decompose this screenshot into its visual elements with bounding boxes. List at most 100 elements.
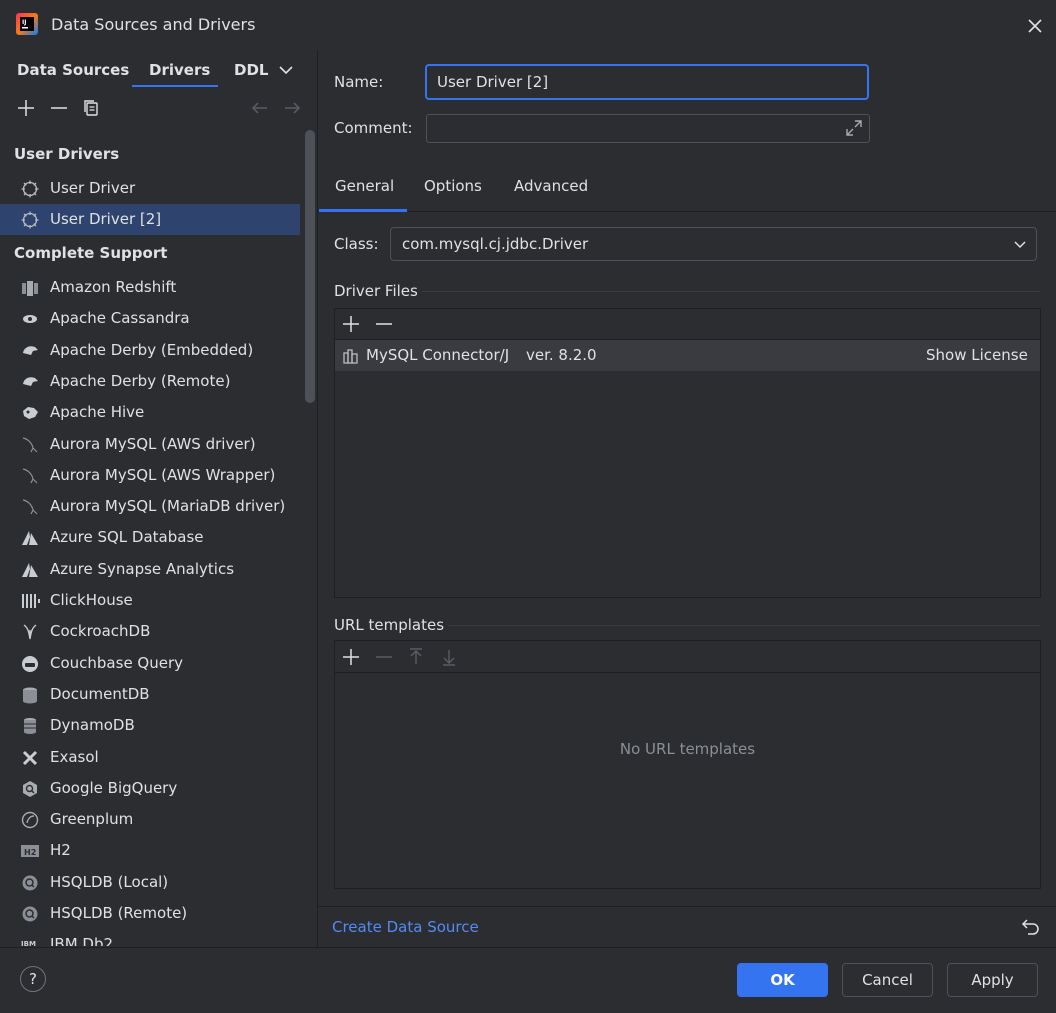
revert-icon[interactable] xyxy=(1020,915,1042,937)
driver-list-item[interactable]: Couchbase Query xyxy=(0,648,300,679)
library-icon xyxy=(342,347,360,365)
driver-files-title: Driver Files xyxy=(334,282,418,300)
driver-list-item[interactable]: Aurora MySQL (AWS driver) xyxy=(0,429,300,460)
remove-icon[interactable] xyxy=(49,98,69,118)
add-icon[interactable] xyxy=(16,98,36,118)
couchbase-icon xyxy=(20,654,40,674)
hsqldb-icon xyxy=(20,873,40,893)
driver-list-item[interactable]: Greenplum xyxy=(0,804,300,835)
name-label: Name: xyxy=(334,73,384,91)
add-file-icon[interactable] xyxy=(341,314,361,334)
group-divider xyxy=(422,291,1040,292)
dynamodb-icon xyxy=(20,716,40,736)
driver-list-item[interactable]: Apache Derby (Embedded) xyxy=(0,335,300,366)
back-arrow-icon[interactable] xyxy=(250,98,270,118)
duplicate-icon[interactable] xyxy=(81,98,101,118)
ok-button[interactable]: OK xyxy=(737,963,828,997)
tab-separator xyxy=(318,211,1056,212)
driver-list-item[interactable]: DynamoDB xyxy=(0,710,300,741)
expand-icon[interactable] xyxy=(844,118,864,138)
hive-icon xyxy=(20,403,40,423)
driver-list-item[interactable]: Apache Cassandra xyxy=(0,303,300,334)
driver-list-item[interactable]: CockroachDB xyxy=(0,616,300,647)
azure-icon xyxy=(20,528,40,548)
driver-list-item[interactable]: DocumentDB xyxy=(0,679,300,710)
user-driver-icon xyxy=(20,210,40,230)
driver-list-item[interactable]: Aurora MySQL (MariaDB driver) xyxy=(0,491,300,522)
driver-files-toolbar xyxy=(335,309,1040,339)
driver-label: Couchbase Query xyxy=(50,653,184,672)
driver-label: Azure SQL Database xyxy=(50,528,204,547)
driver-label: User Driver [2] xyxy=(50,210,162,228)
driver-list-item[interactable]: ClickHouse xyxy=(0,585,300,616)
driver-label: Aurora MySQL (AWS Wrapper) xyxy=(50,465,276,484)
divider xyxy=(318,906,1056,907)
driver-label: Aurora MySQL (MariaDB driver) xyxy=(50,497,286,516)
driver-label: Exasol xyxy=(50,747,99,766)
driver-list-item[interactable]: User Driver [2] xyxy=(0,204,300,235)
create-data-source-link[interactable]: Create Data Source xyxy=(332,918,479,936)
name-input[interactable]: User Driver [2] xyxy=(425,64,869,100)
azure-icon xyxy=(20,560,40,580)
show-license-link[interactable]: Show License xyxy=(926,346,1028,364)
file-version: ver. 8.2.0 xyxy=(526,346,597,364)
driver-list-item[interactable]: Azure Synapse Analytics xyxy=(0,554,300,585)
driver-label: HSQLDB (Remote) xyxy=(50,904,188,922)
close-icon[interactable] xyxy=(1024,15,1046,37)
driver-label: Azure Synapse Analytics xyxy=(50,559,235,578)
driver-list-item[interactable]: Google BigQuery xyxy=(0,773,300,804)
driver-list-item[interactable]: User Driver xyxy=(0,173,300,204)
mysql-icon xyxy=(20,435,40,455)
derby-icon xyxy=(20,341,40,361)
active-tab-indicator xyxy=(132,85,218,87)
tab-general[interactable]: General xyxy=(335,177,394,195)
scrollbar-thumb[interactable] xyxy=(305,130,315,403)
url-templates-toolbar xyxy=(335,641,1040,672)
driver-list-item[interactable]: IBM IBM Db2 xyxy=(0,929,300,946)
driver-list-item[interactable]: H2 H2 xyxy=(0,835,300,866)
driver-label: User Driver xyxy=(50,179,136,197)
tab-ddl[interactable]: DDL xyxy=(234,61,268,79)
driver-list-item[interactable]: Exasol xyxy=(0,742,300,773)
driver-list-item[interactable]: Amazon Redshift xyxy=(0,272,300,303)
move-down-icon[interactable] xyxy=(439,647,459,667)
move-up-icon[interactable] xyxy=(406,647,426,667)
comment-label: Comment: xyxy=(334,119,413,137)
help-button[interactable]: ? xyxy=(20,966,46,992)
tab-options[interactable]: Options xyxy=(424,177,482,195)
driver-label: DocumentDB xyxy=(50,684,150,703)
chevron-down-icon[interactable] xyxy=(276,60,296,80)
driver-list-item[interactable]: HSQLDB (Local) xyxy=(0,867,300,898)
remove-file-icon[interactable] xyxy=(374,314,394,334)
bigquery-icon xyxy=(20,779,40,799)
class-value: com.mysql.cj.jdbc.Driver xyxy=(402,235,589,253)
driver-list-item[interactable]: Aurora MySQL (AWS Wrapper) xyxy=(0,460,300,491)
mysql-icon xyxy=(20,497,40,517)
user-driver-icon xyxy=(20,179,40,199)
clickhouse-icon xyxy=(20,591,40,611)
forward-arrow-icon[interactable] xyxy=(282,98,302,118)
greenplum-icon xyxy=(20,810,40,830)
driver-list-item[interactable]: HSQLDB (Remote) xyxy=(0,898,300,929)
remove-url-icon[interactable] xyxy=(374,647,394,667)
apply-button[interactable]: Apply xyxy=(947,963,1038,997)
driver-file-row[interactable]: MySQL Connector/J ver. 8.2.0 Show Licens… xyxy=(335,340,1040,371)
cancel-button[interactable]: Cancel xyxy=(842,963,933,997)
tab-drivers[interactable]: Drivers xyxy=(149,61,210,79)
driver-list-item[interactable]: Azure SQL Database xyxy=(0,522,300,553)
driver-label: HSQLDB (Local) xyxy=(50,872,169,891)
h2-icon: H2 xyxy=(20,841,40,861)
driver-label: Aurora MySQL (AWS driver) xyxy=(50,434,256,453)
driver-label: Apache Cassandra xyxy=(50,309,190,328)
chevron-down-icon[interactable] xyxy=(1012,236,1028,252)
tab-advanced[interactable]: Advanced xyxy=(514,177,588,195)
driver-list-item[interactable]: Apache Derby (Remote) xyxy=(0,366,300,397)
driver-label: IBM Db2 xyxy=(50,935,114,946)
add-url-icon[interactable] xyxy=(341,647,361,667)
intellij-app-icon: IJ xyxy=(16,13,38,35)
svg-text:IJ: IJ xyxy=(22,19,26,26)
comment-input[interactable] xyxy=(426,114,870,143)
driver-list-item[interactable]: Apache Hive xyxy=(0,397,300,428)
tab-data-sources[interactable]: Data Sources xyxy=(17,61,129,79)
driver-label: CockroachDB xyxy=(50,622,151,641)
